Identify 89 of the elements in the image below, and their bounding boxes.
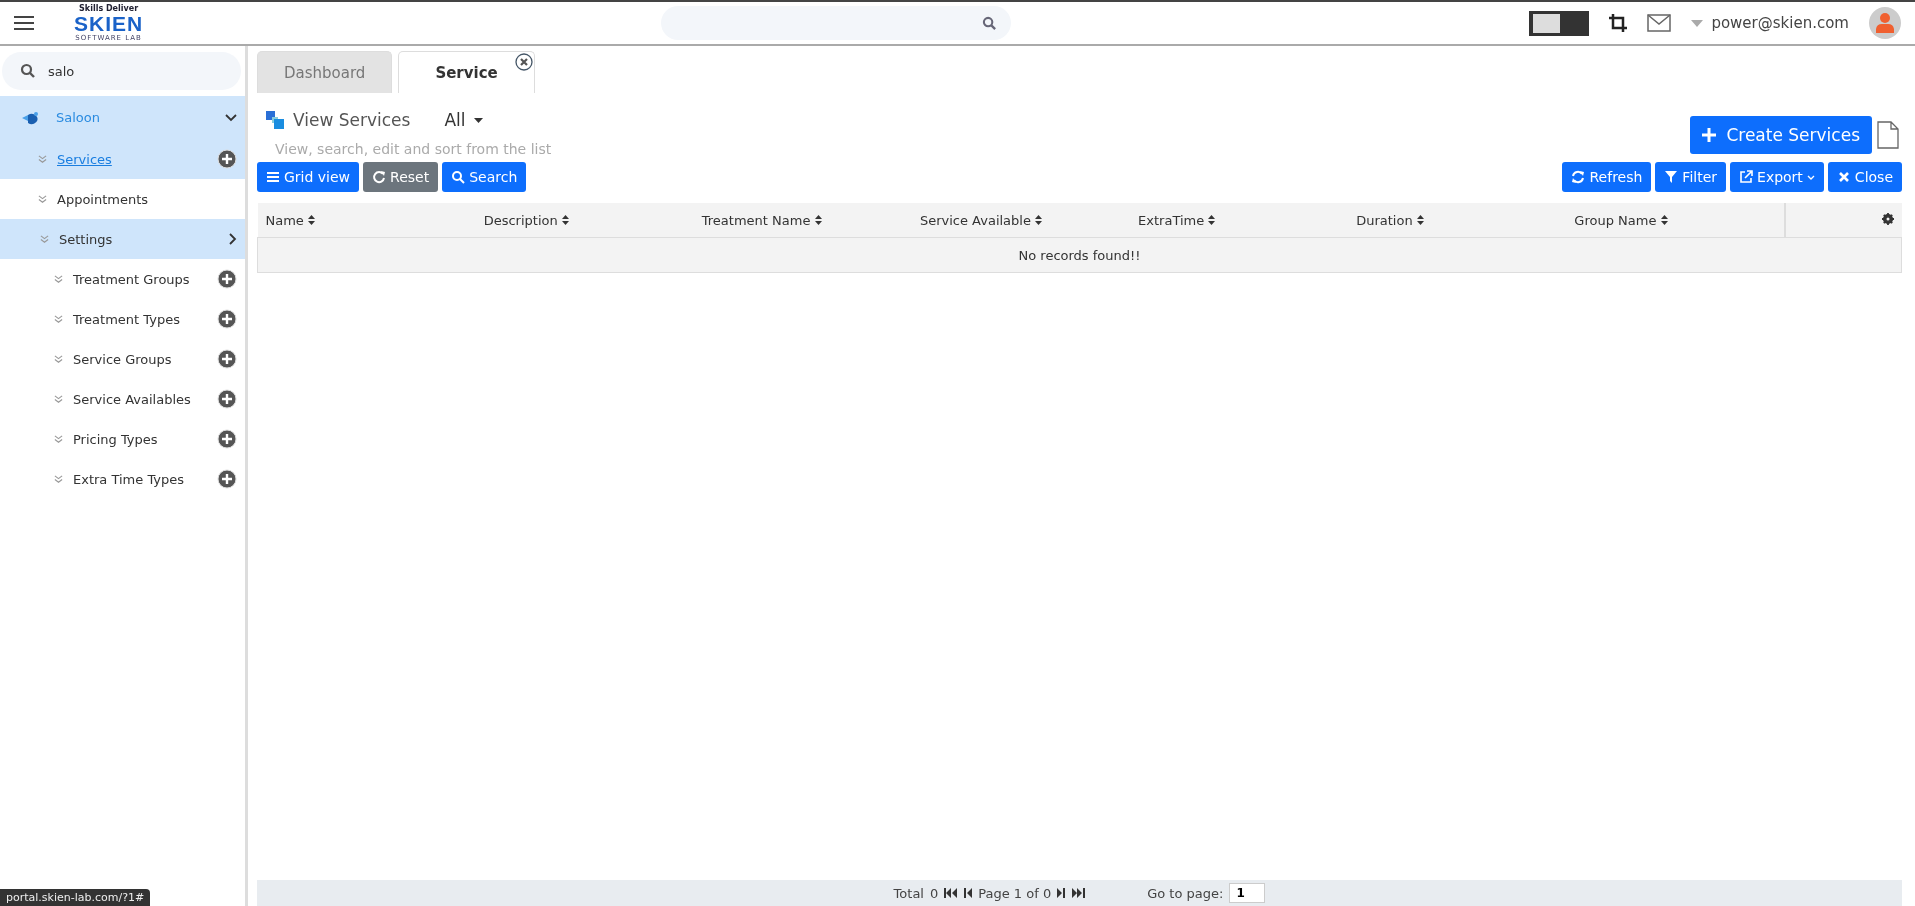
page-input[interactable]: 1 bbox=[1229, 883, 1266, 903]
double-chevron-icon bbox=[54, 394, 63, 404]
grid-icon bbox=[266, 170, 280, 184]
sort-icon bbox=[1416, 214, 1424, 225]
filter-dropdown[interactable]: All bbox=[438, 109, 489, 131]
sort-icon bbox=[814, 214, 822, 225]
double-chevron-icon bbox=[54, 274, 63, 284]
total-label: Total bbox=[893, 885, 924, 901]
chevron-down-icon[interactable] bbox=[225, 113, 237, 122]
sidebar-section[interactable]: Settings bbox=[0, 219, 245, 259]
column-header[interactable]: Group Name bbox=[1566, 203, 1785, 238]
settings-icon[interactable] bbox=[1881, 212, 1894, 225]
squares-icon bbox=[265, 110, 285, 130]
double-chevron-icon bbox=[40, 234, 49, 244]
sort-icon bbox=[1208, 214, 1216, 225]
toggle-switch[interactable] bbox=[1529, 10, 1590, 36]
refresh-icon bbox=[1571, 170, 1586, 184]
double-chevron-icon bbox=[54, 474, 63, 484]
plus-icon bbox=[1702, 128, 1717, 142]
sort-icon bbox=[308, 214, 315, 225]
search-icon bbox=[451, 170, 466, 184]
first-page-icon[interactable] bbox=[944, 888, 959, 898]
search-icon bbox=[20, 63, 36, 79]
sidebar-link[interactable]: Service Groups bbox=[73, 351, 172, 367]
chevron-icon bbox=[1806, 174, 1815, 180]
goto-label: Go to page: bbox=[1147, 885, 1224, 901]
caret-icon bbox=[473, 117, 483, 123]
add-icon[interactable] bbox=[217, 269, 237, 289]
sort-icon bbox=[1660, 214, 1668, 225]
create-button[interactable]: Create Services bbox=[1690, 116, 1872, 154]
double-chevron-icon bbox=[54, 314, 63, 324]
add-icon[interactable] bbox=[217, 469, 237, 489]
page-title: View Services bbox=[293, 110, 411, 130]
column-header[interactable]: Treatment Name bbox=[693, 203, 912, 238]
filter-icon bbox=[1664, 170, 1679, 184]
double-chevron-icon bbox=[38, 154, 47, 164]
last-page-icon[interactable] bbox=[1071, 888, 1086, 898]
document-icon[interactable] bbox=[1877, 121, 1899, 149]
chevron-right-icon[interactable] bbox=[229, 233, 237, 245]
reset-button[interactable]: Reset bbox=[363, 162, 439, 192]
total-count: 0 bbox=[929, 885, 939, 901]
tab[interactable]: Service bbox=[398, 51, 535, 93]
add-icon[interactable] bbox=[217, 389, 237, 409]
export-icon bbox=[1739, 170, 1754, 184]
search-icon[interactable] bbox=[982, 15, 998, 31]
sort-icon bbox=[1035, 214, 1043, 225]
add-icon[interactable] bbox=[217, 149, 237, 169]
search-button[interactable]: Search bbox=[442, 162, 527, 192]
sidebar-link[interactable]: Extra Time Types bbox=[73, 471, 185, 487]
menu-icon[interactable] bbox=[14, 15, 34, 31]
sidebar-search-field[interactable]: salo bbox=[2, 52, 241, 90]
grid-button[interactable]: Grid view bbox=[257, 162, 360, 192]
add-icon[interactable] bbox=[217, 349, 237, 369]
export-button[interactable]: Export bbox=[1730, 162, 1824, 192]
sidebar-link[interactable]: Service Availables bbox=[73, 391, 191, 407]
sidebar-link[interactable]: Treatment Groups bbox=[73, 271, 190, 287]
double-chevron-icon bbox=[54, 354, 63, 364]
sidebar-link[interactable]: Appointments bbox=[57, 191, 149, 207]
double-chevron-icon bbox=[54, 434, 63, 444]
column-header[interactable]: Duration bbox=[1348, 203, 1567, 238]
user-email[interactable]: power@skien.com bbox=[1711, 14, 1849, 32]
double-chevron-icon bbox=[38, 194, 47, 204]
close-icon bbox=[1836, 170, 1851, 184]
sidebar-link[interactable]: Pricing Types bbox=[73, 431, 158, 447]
next-page-icon[interactable] bbox=[1057, 888, 1066, 898]
mail-icon[interactable] bbox=[1647, 14, 1672, 32]
refresh-button[interactable]: Refresh bbox=[1562, 162, 1652, 192]
column-header[interactable]: Description bbox=[475, 203, 694, 238]
column-header[interactable]: Name bbox=[257, 203, 476, 238]
column-header[interactable]: Service Available bbox=[911, 203, 1131, 238]
crop-icon[interactable] bbox=[1609, 14, 1628, 32]
person-icon bbox=[1876, 13, 1894, 33]
status-url: portal.skien-lab.com/?1# bbox=[0, 889, 151, 906]
filter-button[interactable]: Filter bbox=[1655, 162, 1727, 192]
search-field[interactable] bbox=[661, 6, 1012, 40]
sort-icon bbox=[561, 214, 569, 225]
add-icon[interactable] bbox=[217, 429, 237, 449]
avatar[interactable] bbox=[1869, 7, 1901, 39]
tab[interactable]: Dashboard bbox=[257, 51, 393, 93]
prev-page-icon[interactable] bbox=[964, 888, 973, 898]
close-icon[interactable] bbox=[514, 53, 533, 71]
page-info: Page 1 of 0 bbox=[978, 885, 1052, 901]
sidebar-link[interactable]: Treatment Types bbox=[73, 311, 180, 327]
reset-icon bbox=[372, 170, 387, 184]
close-button[interactable]: Close bbox=[1827, 162, 1902, 192]
add-icon[interactable] bbox=[217, 309, 237, 329]
empty-message: No records found!! bbox=[257, 237, 1902, 273]
page-subtitle: View, search, edit and sort from the list bbox=[274, 140, 553, 159]
column-header[interactable]: ExtraTime bbox=[1130, 203, 1349, 238]
